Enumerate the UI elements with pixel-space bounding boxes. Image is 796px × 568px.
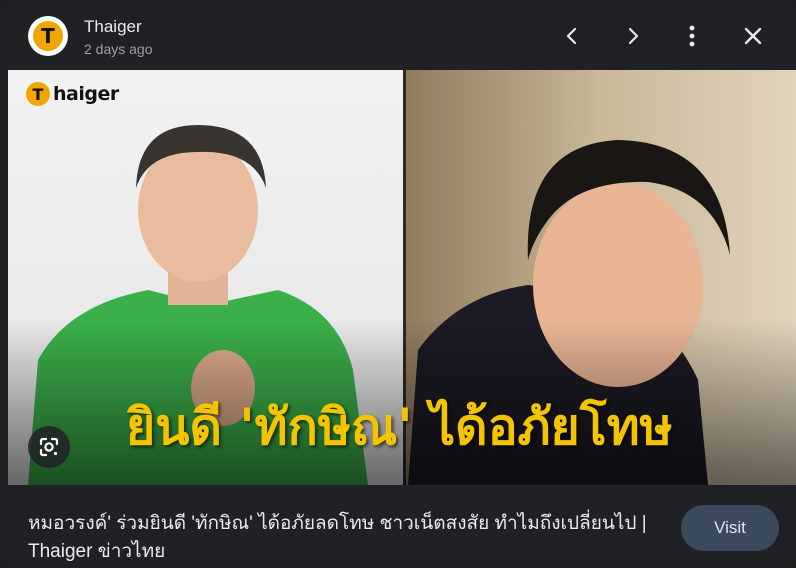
thaiger-watermark: T haiger [26, 82, 119, 106]
close-button[interactable] [737, 20, 769, 52]
close-icon [744, 27, 762, 45]
preview-image[interactable]: T haiger ยินดี 'ทักษิณ' ได้อภัยโทษ [8, 70, 796, 485]
preview-header: T Thaiger 2 days ago [0, 0, 796, 70]
result-caption-link[interactable]: หมอวรงค์' ร่วมยินดี 'ทักษิณ' ได้อภัยลดโท… [28, 510, 648, 566]
google-lens-button[interactable] [28, 426, 70, 468]
chevron-right-icon [628, 27, 639, 45]
google-lens-icon [39, 437, 59, 457]
visit-button[interactable]: Visit [681, 505, 779, 551]
source-timestamp: 2 days ago [84, 41, 153, 57]
next-button[interactable] [617, 20, 649, 52]
image-preview-panel: T Thaiger 2 days ago T haiger ยินดี 'ทัก… [0, 0, 796, 568]
previous-button[interactable] [556, 20, 588, 52]
source-name[interactable]: Thaiger [84, 17, 142, 37]
chevron-left-icon [566, 27, 577, 45]
source-avatar[interactable]: T [28, 16, 68, 56]
more-options-button[interactable] [676, 20, 708, 52]
thaiger-watermark-logo-icon: T [26, 82, 50, 106]
result-footer: หมอวรงค์' ร่วมยินดี 'ทักษิณ' ได้อภัยลดโท… [0, 485, 796, 568]
image-headline: ยินดี 'ทักษิณ' ได้อภัยโทษ [126, 398, 673, 456]
thaiger-watermark-text: haiger [53, 83, 119, 105]
more-vert-icon [689, 25, 695, 47]
thaiger-logo-icon: T [33, 21, 63, 51]
